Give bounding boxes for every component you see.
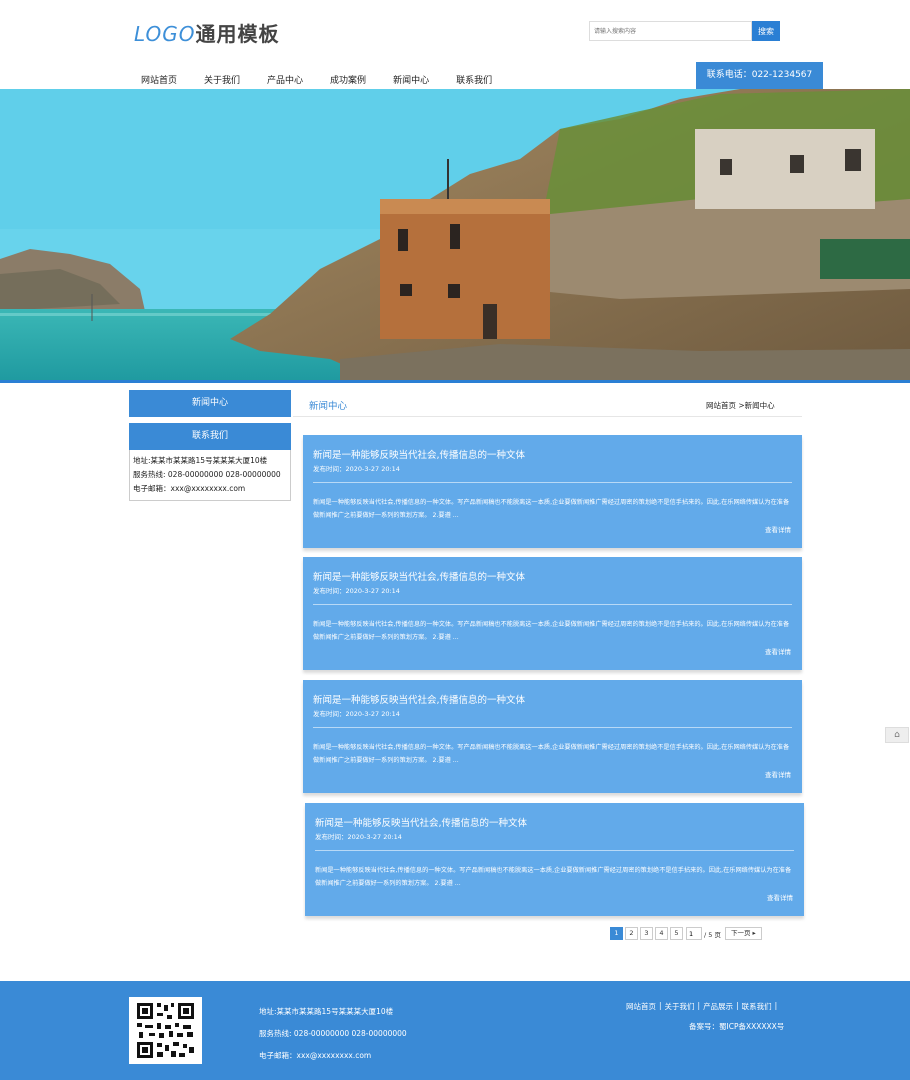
nav-item-products[interactable]: 产品中心 — [267, 73, 303, 86]
footer-address: 地址:某某市某某路15号某某某大厦10楼 — [259, 1007, 394, 1016]
nav-item-contact[interactable]: 联系我们 — [456, 73, 492, 86]
title-divider — [293, 416, 802, 417]
banner-divider — [0, 380, 910, 383]
news-divider — [315, 850, 794, 851]
news-more-link[interactable]: 查看详情 — [765, 769, 791, 779]
page-link-2[interactable]: 2 — [625, 927, 638, 940]
site-header: LOGO通用模板 搜索 网站首页 关于我们 产品中心 成功案例 新闻中心 联系我… — [0, 0, 910, 90]
news-card[interactable]: 新闻是一种能够反映当代社会,传播信息的一种文体 发布时间：2020-3-27 2… — [305, 803, 804, 916]
hero-banner — [0, 89, 910, 381]
footer-link-home[interactable]: 网站首页 — [626, 1001, 656, 1012]
nav-item-home[interactable]: 网站首页 — [141, 73, 177, 86]
next-page-button[interactable]: 下一页 ▸ — [724, 927, 762, 940]
news-divider — [313, 727, 792, 728]
search-input[interactable] — [589, 21, 752, 41]
footer-icp[interactable]: 备案号：蜀ICP备XXXXXX号 — [689, 1021, 784, 1032]
nav-item-news[interactable]: 新闻中心 — [393, 73, 429, 86]
sidebar-news-heading[interactable]: 新闻中心 — [129, 390, 291, 417]
phone-box: 联系电话：022-1234567 — [696, 62, 823, 89]
news-title[interactable]: 新闻是一种能够反映当代社会,传播信息的一种文体 — [313, 569, 525, 583]
news-excerpt: 新闻是一种能够反映当代社会,传播信息的一种文体。写产品新闻稿也不能脱离这一本质,… — [313, 621, 790, 641]
page-link-3[interactable]: 3 — [640, 927, 653, 940]
news-card[interactable]: 新闻是一种能够反映当代社会,传播信息的一种文体 发布时间：2020-3-27 2… — [303, 557, 802, 670]
footer-email: 电子邮箱：xxx@xxxxxxxx.com — [259, 1051, 372, 1060]
footer-link-separator: | — [659, 1001, 662, 1010]
logo-en: LOGO — [134, 22, 196, 46]
qr-code-image — [129, 997, 202, 1064]
news-divider — [313, 604, 792, 605]
news-card[interactable]: 新闻是一种能够反映当代社会,传播信息的一种文体 发布时间：2020-3-27 2… — [303, 435, 802, 548]
news-date: 发布时间：2020-3-27 20:14 — [313, 710, 400, 718]
sidebar-contact-info: 地址:某某市某某路15号某某某大厦10楼 服务热线: 028-00000000 … — [129, 450, 291, 501]
footer-links: 网站首页 | 关于我们 | 产品展示 | 联系我们 | — [626, 1001, 780, 1012]
site-logo[interactable]: LOGO通用模板 — [134, 18, 280, 47]
news-more-link[interactable]: 查看详情 — [765, 524, 791, 534]
news-date: 发布时间：2020-3-27 20:14 — [315, 833, 402, 841]
search-button[interactable]: 搜索 — [752, 21, 780, 41]
page-total: / 5 页 — [704, 930, 721, 939]
news-excerpt: 新闻是一种能够反映当代社会,传播信息的一种文体。写产品新闻稿也不能脱离这一本质,… — [315, 867, 792, 887]
footer-link-about[interactable]: 关于我们 — [665, 1001, 695, 1012]
news-excerpt: 新闻是一种能够反映当代社会,传播信息的一种文体。写产品新闻稿也不能脱离这一本质,… — [313, 744, 790, 764]
nav-item-cases[interactable]: 成功案例 — [330, 73, 366, 86]
sidebar-contact-heading: 联系我们 — [129, 423, 291, 450]
nav-item-about[interactable]: 关于我们 — [204, 73, 240, 86]
sidebar: 新闻中心 联系我们 地址:某某市某某路15号某某某大厦10楼 服务热线: 028… — [129, 390, 291, 501]
news-more-link[interactable]: 查看详情 — [765, 646, 791, 656]
logo-cn: 通用模板 — [195, 22, 280, 46]
news-excerpt: 新闻是一种能够反映当代社会,传播信息的一种文体。写产品新闻稿也不能脱离这一本质,… — [313, 499, 790, 519]
footer-contact-info: 地址:某某市某某路15号某某某大厦10楼 服务热线: 028-00000000 … — [259, 1001, 407, 1067]
page-link-5[interactable]: 5 — [670, 927, 683, 940]
news-date: 发布时间：2020-3-27 20:14 — [313, 587, 400, 595]
footer-link-contact[interactable]: 联系我们 — [742, 1001, 772, 1012]
contact-address: 地址:某某市某某路15号某某某大厦10楼 — [133, 456, 268, 465]
news-card[interactable]: 新闻是一种能够反映当代社会,传播信息的一种文体 发布时间：2020-3-27 2… — [303, 680, 802, 793]
page-title: 新闻中心 — [309, 401, 348, 412]
news-date: 发布时间：2020-3-27 20:14 — [313, 465, 400, 473]
banner-landscape-image — [0, 89, 910, 381]
pagination: 1 2 3 4 5 / 5 页 下一页 ▸ — [610, 927, 762, 940]
news-title[interactable]: 新闻是一种能够反映当代社会,传播信息的一种文体 — [313, 692, 525, 706]
page-link-4[interactable]: 4 — [655, 927, 668, 940]
news-more-link[interactable]: 查看详情 — [767, 892, 793, 902]
footer-link-separator: | — [736, 1001, 739, 1010]
page-jump-input[interactable] — [686, 927, 702, 940]
news-title[interactable]: 新闻是一种能够反映当代社会,传播信息的一种文体 — [313, 447, 525, 461]
site-footer: 地址:某某市某某路15号某某某大厦10楼 服务热线: 028-00000000 … — [0, 981, 910, 1080]
breadcrumb[interactable]: 网站首页 >新闻中心 — [706, 400, 775, 411]
contact-hotline: 服务热线: 028-00000000 028-00000000 — [133, 470, 281, 479]
footer-hotline: 服务热线: 028-00000000 028-00000000 — [259, 1029, 407, 1038]
news-title[interactable]: 新闻是一种能够反映当代社会,传播信息的一种文体 — [315, 815, 527, 829]
contact-email: 电子邮箱：xxx@xxxxxxxx.com — [133, 484, 246, 493]
news-divider — [313, 482, 792, 483]
main-nav: 网站首页 关于我们 产品中心 成功案例 新闻中心 联系我们 — [141, 73, 519, 86]
back-to-top-icon[interactable]: ⌂ — [885, 727, 909, 743]
footer-link-separator: | — [774, 1001, 778, 1010]
page-link-1[interactable]: 1 — [610, 927, 623, 940]
footer-link-separator: | — [697, 1001, 701, 1010]
footer-link-products[interactable]: 产品展示 — [703, 1001, 733, 1012]
